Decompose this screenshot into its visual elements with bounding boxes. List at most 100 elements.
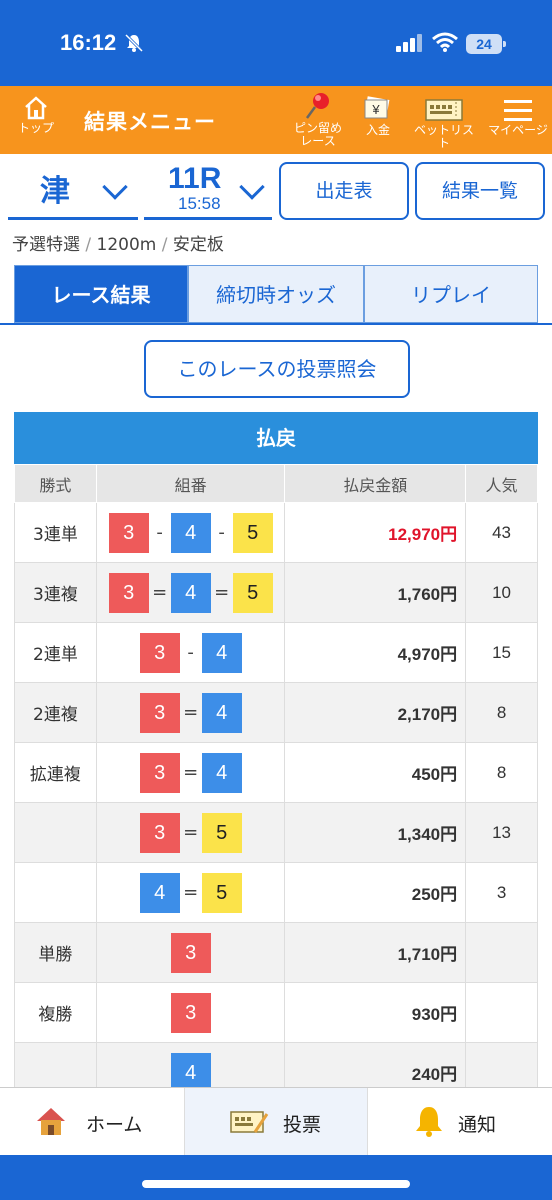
hamburger-menu-icon bbox=[504, 100, 532, 121]
payout-amount: 1,760円 bbox=[284, 562, 467, 623]
pin-race-button[interactable]: ピン留め レース bbox=[288, 90, 348, 148]
payout-row: 2連単 3-4 4,970円 15 bbox=[14, 622, 538, 683]
popularity: 8 bbox=[465, 682, 538, 743]
payout-heading: 払戻 bbox=[14, 412, 538, 464]
race-number: 11R bbox=[168, 162, 222, 195]
race-distance: 1200m bbox=[96, 235, 157, 255]
venue-selector[interactable]: 津 bbox=[8, 162, 138, 220]
chevron-down-icon bbox=[102, 174, 128, 200]
tab-race-result[interactable]: レース結果 bbox=[14, 265, 188, 323]
payout-amount: 4,970円 bbox=[284, 622, 467, 683]
popularity: 3 bbox=[465, 862, 538, 923]
top-label: トップ bbox=[17, 121, 54, 135]
payout-amount: 1,710円 bbox=[284, 922, 467, 983]
signal-icon bbox=[396, 34, 422, 52]
page-title: 結果メニュー bbox=[84, 110, 216, 134]
svg-text:¥: ¥ bbox=[371, 102, 380, 117]
boat-number-3: 3 bbox=[139, 752, 180, 793]
popularity: 10 bbox=[465, 562, 538, 623]
bet-type: 3連単 bbox=[14, 502, 97, 563]
combo-separator: - bbox=[156, 522, 163, 543]
pushpin-icon bbox=[305, 93, 329, 119]
tab-closing-odds[interactable]: 締切時オッズ bbox=[188, 265, 364, 323]
boat-number-3: 3 bbox=[170, 992, 211, 1033]
betlist-label: ベットリスト bbox=[413, 123, 474, 150]
top-button[interactable]: トップ bbox=[14, 94, 58, 135]
race-selector[interactable]: 11R 15:58 bbox=[144, 162, 272, 220]
home-icon bbox=[37, 1108, 65, 1135]
betlist-button[interactable]: ベットリスト bbox=[410, 96, 478, 150]
payout-amount: 12,970円 bbox=[284, 502, 467, 563]
nav-notify-label: 通知 bbox=[458, 1114, 497, 1136]
boat-number-3: 3 bbox=[139, 632, 180, 673]
race-time: 15:58 bbox=[178, 194, 221, 213]
boat-number-3: 3 bbox=[108, 572, 149, 613]
nav-vote[interactable]: 投票 bbox=[184, 1088, 368, 1156]
mypage-button[interactable]: マイページ bbox=[488, 96, 548, 137]
ticket-icon bbox=[425, 99, 463, 121]
home-outline-icon bbox=[25, 96, 47, 120]
payout-row: 単勝 3 1,710円 bbox=[14, 922, 538, 983]
nav-home[interactable]: ホーム bbox=[0, 1088, 184, 1156]
combo-separator: - bbox=[187, 642, 194, 663]
wifi-icon bbox=[432, 32, 458, 52]
payout-row: 複勝 3 930円 bbox=[14, 982, 538, 1043]
payout-row: 2連複 3 = 4 2,170円 8 bbox=[14, 682, 538, 743]
payout-amount: 2,170円 bbox=[284, 682, 467, 743]
boat-number-5: 5 bbox=[232, 512, 273, 553]
combo-separator: = bbox=[183, 702, 199, 723]
popularity: 15 bbox=[465, 622, 538, 683]
deposit-button[interactable]: ¥ 入金 bbox=[360, 96, 396, 137]
combination: 4 = 5 bbox=[95, 862, 286, 923]
payout-amount: 930円 bbox=[284, 982, 467, 1043]
bet-type: 3連複 bbox=[14, 562, 97, 623]
popularity: 8 bbox=[465, 742, 538, 803]
boat-number-4: 4 bbox=[170, 512, 211, 553]
popularity bbox=[465, 922, 538, 983]
combo-separator: = bbox=[183, 882, 199, 903]
vote-query-button[interactable]: このレースの投票照会 bbox=[144, 340, 410, 398]
combination: 3 bbox=[95, 922, 286, 983]
payout-row: 拡連複 3 = 4 450円 8 bbox=[14, 742, 538, 803]
results-list-button[interactable]: 結果一覧 bbox=[415, 162, 545, 220]
race-info: 予選特選 / 1200m / 安定板 bbox=[12, 235, 224, 255]
bet-type: 2連単 bbox=[14, 622, 97, 683]
home-indicator bbox=[142, 1180, 410, 1188]
payout-row: 4 = 5 250円 3 bbox=[14, 862, 538, 923]
mypage-label: マイページ bbox=[488, 123, 548, 137]
boat-number-4: 4 bbox=[201, 752, 242, 793]
entries-button[interactable]: 出走表 bbox=[279, 162, 409, 220]
nav-notify[interactable]: 通知 bbox=[368, 1088, 552, 1156]
tab-replay[interactable]: リプレイ bbox=[364, 265, 538, 323]
nav-vote-label: 投票 bbox=[283, 1114, 322, 1136]
race-category: 予選特選 bbox=[12, 235, 80, 255]
deposit-label: 入金 bbox=[365, 123, 390, 137]
pin-label-2: レース bbox=[300, 134, 336, 148]
combination: 3 = 4 = 5 bbox=[95, 562, 286, 623]
boat-number-3: 3 bbox=[139, 812, 180, 853]
payout-amount: 250円 bbox=[284, 862, 467, 923]
payout-table: 勝式 組番 払戻金額 人気 3連単 3-4-5 12,970円 43 3連複 3 = 4 = 5 1… bbox=[14, 464, 538, 1103]
battery-indicator: 24 bbox=[466, 34, 506, 54]
tabs-divider bbox=[0, 323, 552, 325]
combination: 3-4 bbox=[95, 622, 286, 683]
payout-row: 3連複 3 = 4 = 5 1,760円 10 bbox=[14, 562, 538, 623]
result-tabs: レース結果 締切時オッズ リプレイ bbox=[14, 265, 538, 323]
popularity: 13 bbox=[465, 802, 538, 863]
bottom-nav: ホーム 投票 通知 bbox=[0, 1087, 552, 1156]
payout-row: 3連単 3-4-5 12,970円 43 bbox=[14, 502, 538, 563]
bet-type: 拡連複 bbox=[14, 742, 97, 803]
header-combination: 組番 bbox=[95, 464, 286, 503]
venue-name: 津 bbox=[40, 174, 70, 209]
boat-number-5: 5 bbox=[201, 872, 242, 913]
bet-type bbox=[14, 802, 97, 863]
yen-card-icon: ¥ bbox=[364, 96, 390, 119]
combo-separator: = bbox=[152, 582, 168, 603]
payout-amount: 1,340円 bbox=[284, 802, 467, 863]
combo-separator: = bbox=[183, 822, 199, 843]
payout-amount: 450円 bbox=[284, 742, 467, 803]
bell-muted-icon bbox=[124, 33, 144, 53]
header-payout-amount: 払戻金額 bbox=[284, 464, 467, 503]
boat-number-4: 4 bbox=[201, 692, 242, 733]
combination: 3 = 4 bbox=[95, 742, 286, 803]
